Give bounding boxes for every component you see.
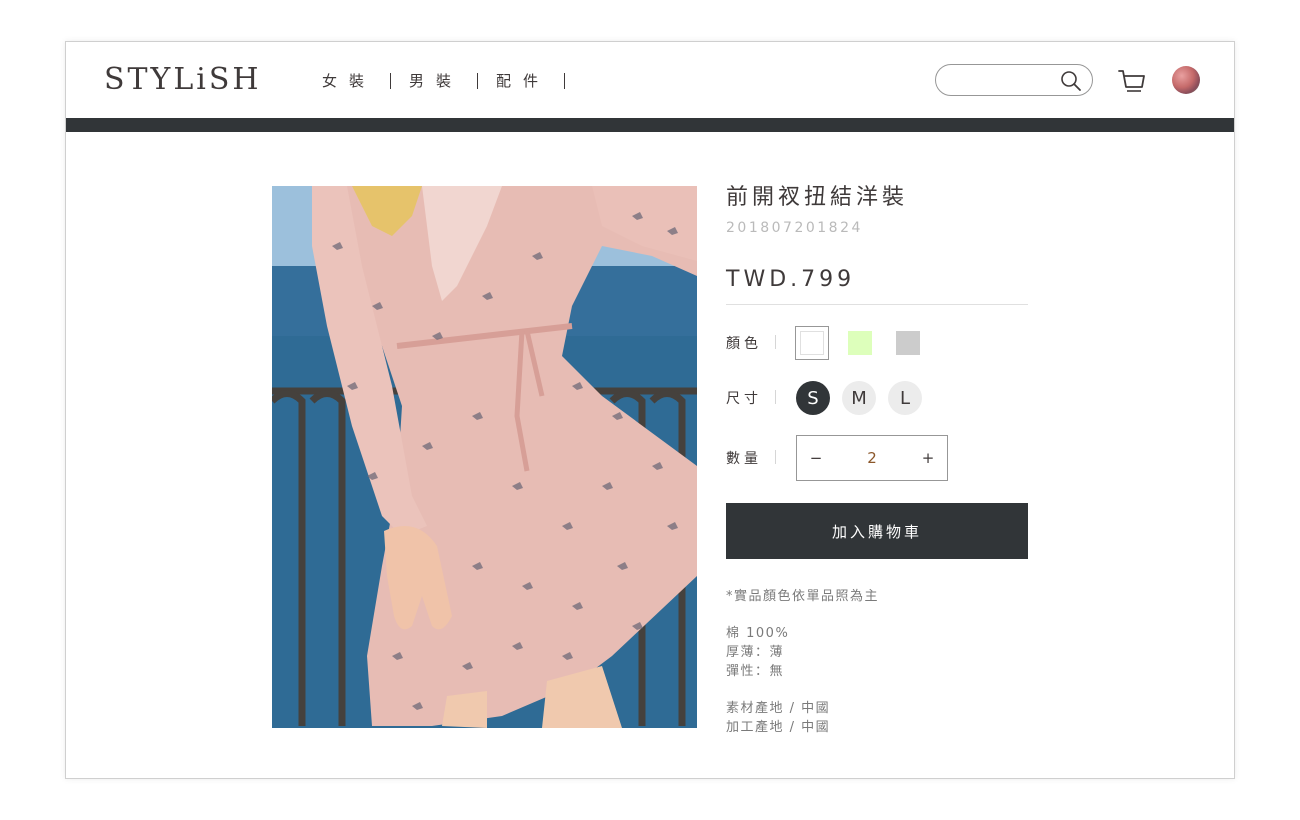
product-main-image — [272, 186, 697, 728]
processing-origin-line: 加工產地 / 中國 — [726, 720, 831, 735]
search-box — [935, 64, 1093, 96]
color-swatch-fill — [896, 331, 920, 355]
color-selector: 顏色 — [726, 326, 1028, 360]
product-title: 前開衩扭結洋裝 — [726, 185, 909, 210]
size-label: 尺寸 — [726, 388, 776, 408]
quantity-value[interactable]: 2 — [842, 449, 902, 467]
material-info: 棉 100% 厚薄：薄 彈性：無 — [726, 624, 1028, 681]
browser-window: STYLiSH 女裝 男裝 配件 前開衩扭結洋裝 201807201824 TW… — [65, 41, 1235, 779]
nav-item-men[interactable]: 男裝 — [391, 70, 477, 91]
origin-info: 素材產地 / 中國 加工產地 / 中國 — [726, 699, 1028, 737]
nav-divider — [564, 72, 566, 89]
quantity-row: 數量 − 2 + — [726, 435, 1028, 481]
quantity-label: 數量 — [726, 448, 776, 468]
size-selector: 尺寸 S M L — [726, 381, 1028, 415]
site-header: STYLiSH 女裝 男裝 配件 — [66, 42, 1234, 118]
material-origin-line: 素材產地 / 中國 — [726, 701, 831, 716]
brand-logo[interactable]: STYLiSH — [104, 62, 262, 97]
quantity-increase-button[interactable]: + — [909, 436, 947, 480]
product-details: 前開衩扭結洋裝 201807201824 TWD.799 顏色 尺寸 S M L… — [726, 182, 1028, 737]
thickness-line: 厚薄：薄 — [726, 645, 785, 660]
product-price: TWD.799 — [726, 267, 856, 292]
size-option-m[interactable]: M — [842, 381, 876, 415]
note-text: *實品顏色依單品照為主 — [726, 589, 880, 604]
color-swatch-gray[interactable] — [892, 327, 924, 359]
user-avatar[interactable] — [1172, 66, 1200, 94]
nav-item-women[interactable]: 女裝 — [304, 70, 390, 91]
cart-icon[interactable] — [1117, 66, 1147, 96]
material-line: 棉 100% — [726, 626, 790, 641]
quantity-decrease-button[interactable]: − — [797, 436, 835, 480]
color-swatch-fill — [848, 331, 872, 355]
size-option-s[interactable]: S — [796, 381, 830, 415]
elasticity-line: 彈性：無 — [726, 664, 785, 679]
header-divider-bar — [66, 118, 1234, 132]
product-id: 201807201824 — [726, 220, 863, 236]
color-swatch-fill — [800, 331, 824, 355]
main-nav: 女裝 男裝 配件 — [304, 70, 566, 91]
search-input[interactable] — [950, 70, 1058, 90]
price-divider — [726, 304, 1028, 305]
quantity-stepper: − 2 + — [796, 435, 948, 481]
product-photo-illustration — [272, 186, 697, 728]
color-swatch-white[interactable] — [795, 326, 829, 360]
product-notes: *實品顏色依單品照為主 棉 100% 厚薄：薄 彈性：無 素材產地 / 中國 加… — [726, 587, 1028, 737]
nav-item-accessories[interactable]: 配件 — [478, 70, 564, 91]
add-to-cart-button[interactable]: 加入購物車 — [726, 503, 1028, 559]
color-label: 顏色 — [726, 333, 776, 353]
color-swatch-lightgreen[interactable] — [844, 327, 876, 359]
size-option-l[interactable]: L — [888, 381, 922, 415]
search-icon[interactable] — [1059, 69, 1083, 93]
color-disclaimer: *實品顏色依單品照為主 — [726, 587, 1028, 606]
